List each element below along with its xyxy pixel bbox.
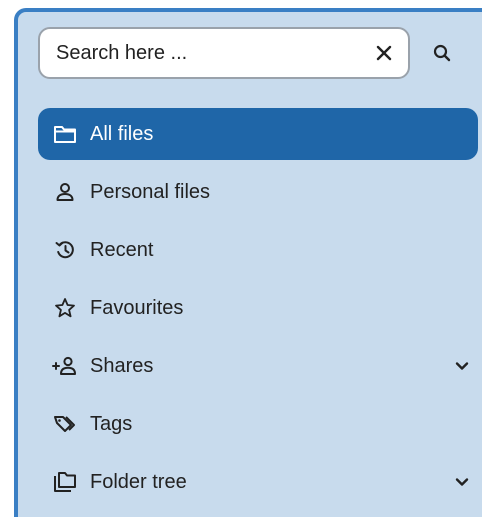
history-icon: [52, 237, 78, 263]
sidebar-item-shares[interactable]: Shares: [38, 340, 478, 392]
sidebar-item-label: Tags: [90, 413, 133, 435]
sidebar-item-tags[interactable]: Tags: [38, 398, 478, 450]
sidebar-panel: All files Personal files Recent: [14, 8, 482, 517]
sidebar-item-recent[interactable]: Recent: [38, 224, 478, 276]
sidebar-nav: All files Personal files Recent Favourit…: [38, 108, 478, 514]
sidebar-item-personal-files[interactable]: Personal files: [38, 166, 478, 218]
chevron-down-icon[interactable]: [450, 470, 474, 494]
share-user-icon: [52, 353, 78, 379]
folder-tree-icon: [52, 469, 78, 495]
folder-icon: [52, 121, 78, 147]
sidebar-item-label: Shares: [90, 355, 154, 377]
tag-icon: [52, 411, 78, 437]
sidebar-item-label: Favourites: [90, 297, 184, 319]
sidebar-item-label: Personal files: [90, 181, 211, 203]
close-icon: [376, 45, 392, 61]
search-icon: [433, 44, 451, 62]
search-row: [38, 27, 478, 79]
sidebar-item-favourites[interactable]: Favourites: [38, 282, 478, 334]
sidebar-item-label: Folder tree: [90, 471, 187, 493]
sidebar-item-all-files[interactable]: All files: [38, 108, 478, 160]
search-input[interactable]: [56, 29, 356, 77]
star-icon: [52, 295, 78, 321]
person-icon: [52, 179, 78, 205]
sidebar-item-folder-tree[interactable]: Folder tree: [38, 456, 478, 508]
sidebar-item-label: Recent: [90, 239, 154, 261]
search-box[interactable]: [38, 27, 410, 79]
clear-search-button[interactable]: [370, 39, 398, 67]
search-button[interactable]: [426, 37, 458, 69]
sidebar-item-label: All files: [90, 123, 154, 145]
chevron-down-icon[interactable]: [450, 354, 474, 378]
